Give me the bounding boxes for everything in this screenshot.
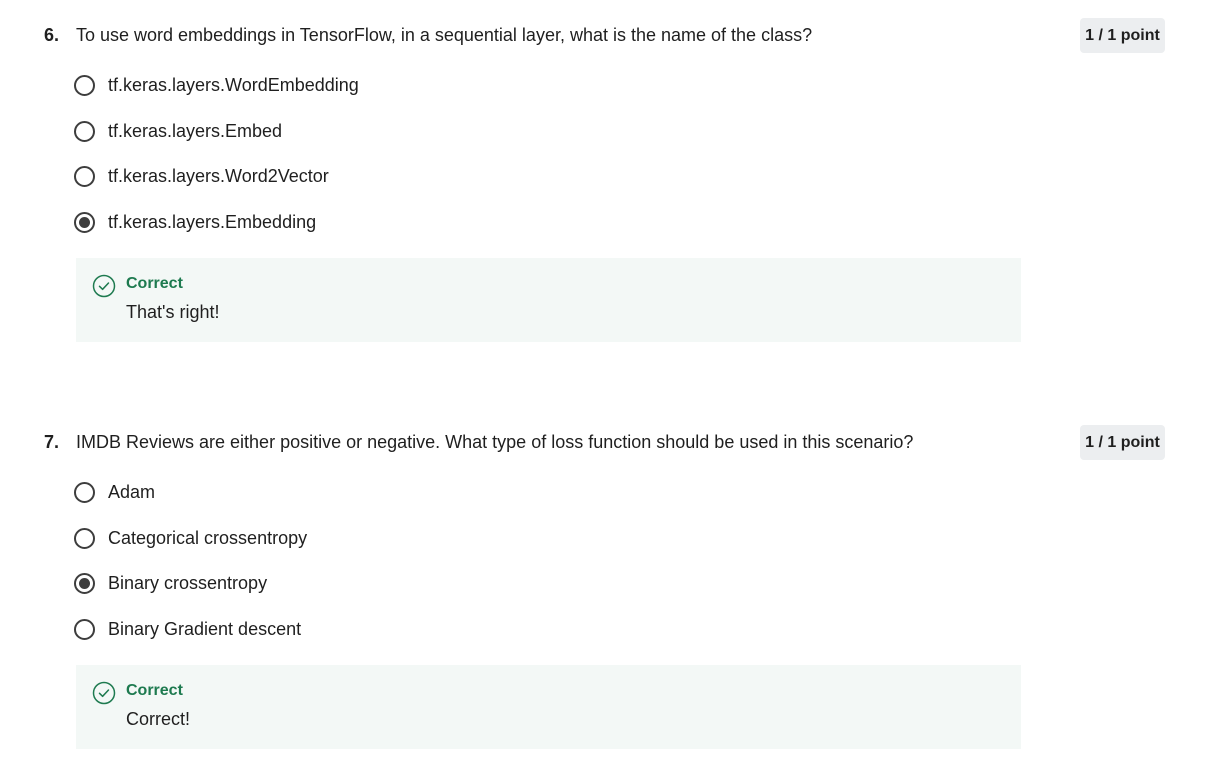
points-badge: 1 / 1 point [1080,18,1165,53]
option-binary-crossentropy[interactable]: Binary crossentropy [74,561,307,607]
feedback-text: That's right! [126,302,220,322]
radio-button-selected[interactable] [74,573,95,595]
option-label: tf.keras.layers.WordEmbedding [108,75,359,96]
option-label: Categorical crossentropy [108,527,308,548]
option-label: tf.keras.layers.Embedding [108,211,317,232]
radio-dot [79,578,90,590]
feedback-title: Correct [126,682,183,699]
radio-button[interactable] [74,75,95,97]
option-label: tf.keras.layers.Word2Vector [108,166,329,187]
radio-dot [79,216,90,228]
radio-button[interactable] [74,166,95,188]
radio-button[interactable] [74,482,95,504]
option-wordembedding[interactable]: tf.keras.layers.WordEmbedding [74,63,359,109]
question-number: 7. [44,431,60,452]
feedback-text: Correct! [126,709,191,729]
feedback-title: Correct [126,275,183,292]
option-adam[interactable]: Adam [74,470,307,516]
radio-button[interactable] [74,618,95,640]
question-number: 6. [44,24,60,45]
option-categorical-crossentropy[interactable]: Categorical crossentropy [74,516,307,562]
quiz-page: 6. To use word embeddings in TensorFlow,… [0,0,1217,783]
radio-button[interactable] [74,527,95,549]
question-header: 7. IMDB Reviews are either positive or n… [44,427,913,457]
option-label: Binary Gradient descent [108,618,302,639]
option-label: Adam [108,482,156,503]
radio-button-selected[interactable] [74,211,95,233]
question-header: 6. To use word embeddings in TensorFlow,… [44,20,812,50]
check-circle-icon [92,274,116,298]
feedback-box: Correct That's right! [76,258,1021,342]
option-word2vector[interactable]: tf.keras.layers.Word2Vector [74,154,359,200]
points-badge: 1 / 1 point [1080,425,1165,460]
radio-button[interactable] [74,120,95,142]
question-text: To use word embeddings in TensorFlow, in… [76,24,813,45]
option-label: tf.keras.layers.Embed [108,120,283,141]
option-embed[interactable]: tf.keras.layers.Embed [74,109,359,155]
option-binary-gradient-descent[interactable]: Binary Gradient descent [74,607,307,653]
option-embedding[interactable]: tf.keras.layers.Embedding [74,200,359,246]
options-list: tf.keras.layers.WordEmbedding tf.keras.l… [74,63,359,245]
feedback-box: Correct Correct! [76,665,1021,749]
option-label: Binary crossentropy [108,573,268,594]
question-text: IMDB Reviews are either positive or nega… [76,431,914,452]
check-circle-icon [92,681,116,705]
options-list: Adam Categorical crossentropy Binary cro… [74,470,307,652]
